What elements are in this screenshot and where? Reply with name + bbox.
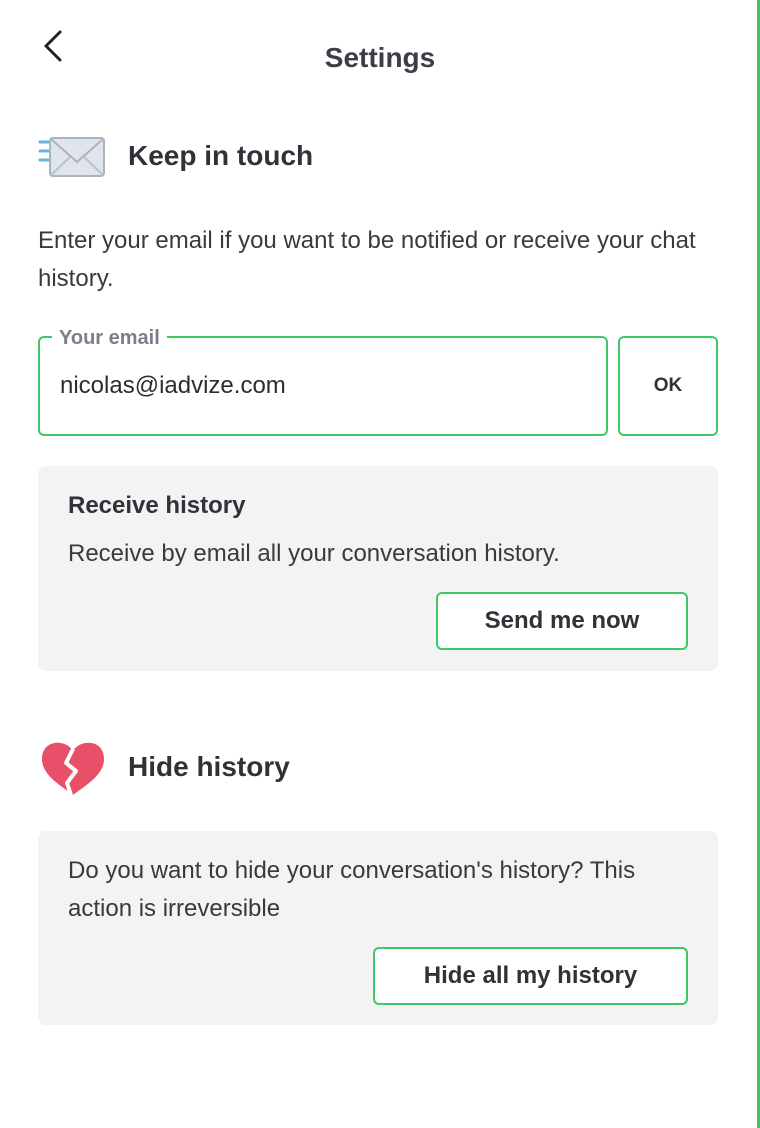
keep-in-touch-title: Keep in touch [128,140,314,171]
hide-history-description: Do you want to hide your conversation's … [68,857,636,922]
send-me-now-button[interactable]: Send me now [436,592,688,650]
envelope-icon [38,126,108,186]
broken-heart-icon [38,737,108,797]
receive-history-card: Receive history Receive by email all you… [38,466,718,671]
email-field-label: Your email [52,325,167,351]
email-input[interactable]: nicolas@iadvize.com [60,372,286,400]
keep-in-touch-header: Keep in touch [38,126,313,186]
hide-all-history-button[interactable]: Hide all my history [373,947,688,1005]
page-title: Settings [324,42,436,73]
email-field[interactable]: Your email nicolas@iadvize.com [38,325,608,436]
ok-button[interactable]: OK [618,336,718,436]
receive-history-title: Receive history [68,492,246,519]
receive-history-description: Receive by email all your conversation h… [68,540,560,567]
hide-history-card: Do you want to hide your conversation's … [38,831,718,1025]
hide-history-header: Hide history [38,737,290,797]
hide-history-title: Hide history [128,751,290,782]
keep-in-touch-description: Enter your email if you want to be notif… [38,227,696,292]
